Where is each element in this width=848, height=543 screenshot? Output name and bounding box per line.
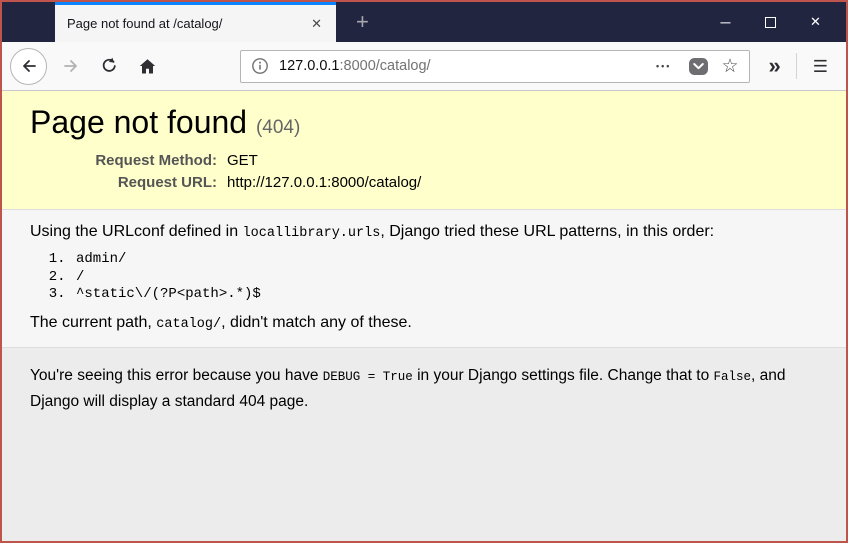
urlconf-module-code: locallibrary.urls	[242, 225, 381, 241]
debug-explanation-section: You're seeing this error because you hav…	[2, 348, 846, 541]
debug-explanation-text: You're seeing this error because you hav…	[30, 363, 818, 415]
current-path-suffix: , didn't match any of these.	[221, 314, 412, 332]
debug-true-code: DEBUG = True	[322, 370, 413, 385]
new-tab-button[interactable]: +	[342, 11, 383, 33]
minimize-button[interactable]: ─	[703, 2, 748, 42]
tab-title: Page not found at /catalog/	[67, 16, 223, 31]
table-row: Request Method: GET	[30, 150, 421, 172]
back-arrow-icon	[22, 60, 36, 72]
reload-icon	[102, 57, 116, 72]
site-info-icon[interactable]	[251, 57, 269, 75]
toolbar-separator	[795, 53, 797, 79]
close-window-button[interactable]: ✕	[793, 2, 838, 42]
page-actions-icon[interactable]: •••	[656, 61, 671, 71]
tab-bar: Page not found at /catalog/ ✕ + ─ ✕	[2, 2, 846, 42]
forward-button[interactable]	[54, 49, 88, 83]
tab-close-icon[interactable]: ✕	[307, 15, 326, 32]
tab-page-not-found[interactable]: Page not found at /catalog/ ✕	[55, 2, 336, 42]
browser-window: Page not found at /catalog/ ✕ + ─ ✕ 127.…	[0, 0, 848, 543]
url-pattern-list: admin/ / ^static\/(?P<path>.*)$	[30, 251, 818, 305]
navigation-toolbar: 127.0.0.1:8000/catalog/ ••• ☆ » ☰	[2, 42, 846, 91]
page-title-text: Page not found	[30, 104, 248, 140]
urlconf-info-section: Using the URLconf defined in locallibrar…	[2, 209, 846, 349]
intro-prefix: Using the URLconf defined in	[30, 222, 243, 240]
page-viewport: Page not found (404) Request Method: GET…	[2, 91, 846, 541]
bookmark-star-icon[interactable]: ☆	[721, 57, 738, 76]
url-path: :8000/catalog/	[339, 58, 431, 74]
request-method-value: GET	[227, 152, 258, 170]
address-bar[interactable]: 127.0.0.1:8000/catalog/ ••• ☆	[240, 49, 750, 83]
explanation-part2: in your Django settings file. Change tha…	[412, 367, 714, 385]
request-meta-table: Request Method: GET Request URL: http://…	[30, 150, 421, 194]
home-icon	[139, 58, 155, 73]
explanation-part1: You're seeing this error because you hav…	[30, 367, 323, 385]
maximize-icon	[765, 16, 776, 28]
current-path-line: The current path, catalog/, didn't match…	[30, 313, 818, 334]
overflow-chevron-icon[interactable]: »	[760, 55, 790, 77]
reload-button[interactable]	[92, 49, 126, 83]
back-button[interactable]	[10, 47, 47, 85]
forward-arrow-icon	[64, 60, 77, 72]
urlconf-intro: Using the URLconf defined in locallibrar…	[30, 222, 818, 243]
url-text: 127.0.0.1:8000/catalog/	[279, 58, 649, 74]
request-url-value: http://127.0.0.1:8000/catalog/	[227, 174, 422, 192]
intro-suffix: , Django tried these URL patterns, in th…	[380, 222, 715, 240]
titlebar-drag-area	[383, 2, 703, 42]
page-title: Page not found (404)	[30, 104, 818, 141]
current-path-prefix: The current path,	[30, 314, 157, 332]
home-button[interactable]	[130, 49, 164, 83]
status-code: (404)	[255, 117, 301, 138]
current-path-code: catalog/	[156, 317, 222, 333]
table-row: Request URL: http://127.0.0.1:8000/catal…	[30, 172, 422, 194]
list-item: ^static\/(?P<path>.*)$	[74, 286, 818, 304]
request-method-label: Request Method:	[95, 152, 217, 170]
request-url-label: Request URL:	[117, 174, 217, 192]
hamburger-menu-icon[interactable]: ☰	[803, 58, 838, 75]
debug-false-code: False	[713, 370, 752, 385]
maximize-button[interactable]	[748, 2, 793, 42]
url-host: 127.0.0.1	[279, 58, 340, 74]
list-item: /	[74, 269, 818, 287]
list-item: admin/	[74, 251, 818, 269]
pocket-icon[interactable]	[688, 57, 709, 76]
error-summary-section: Page not found (404) Request Method: GET…	[2, 91, 846, 210]
